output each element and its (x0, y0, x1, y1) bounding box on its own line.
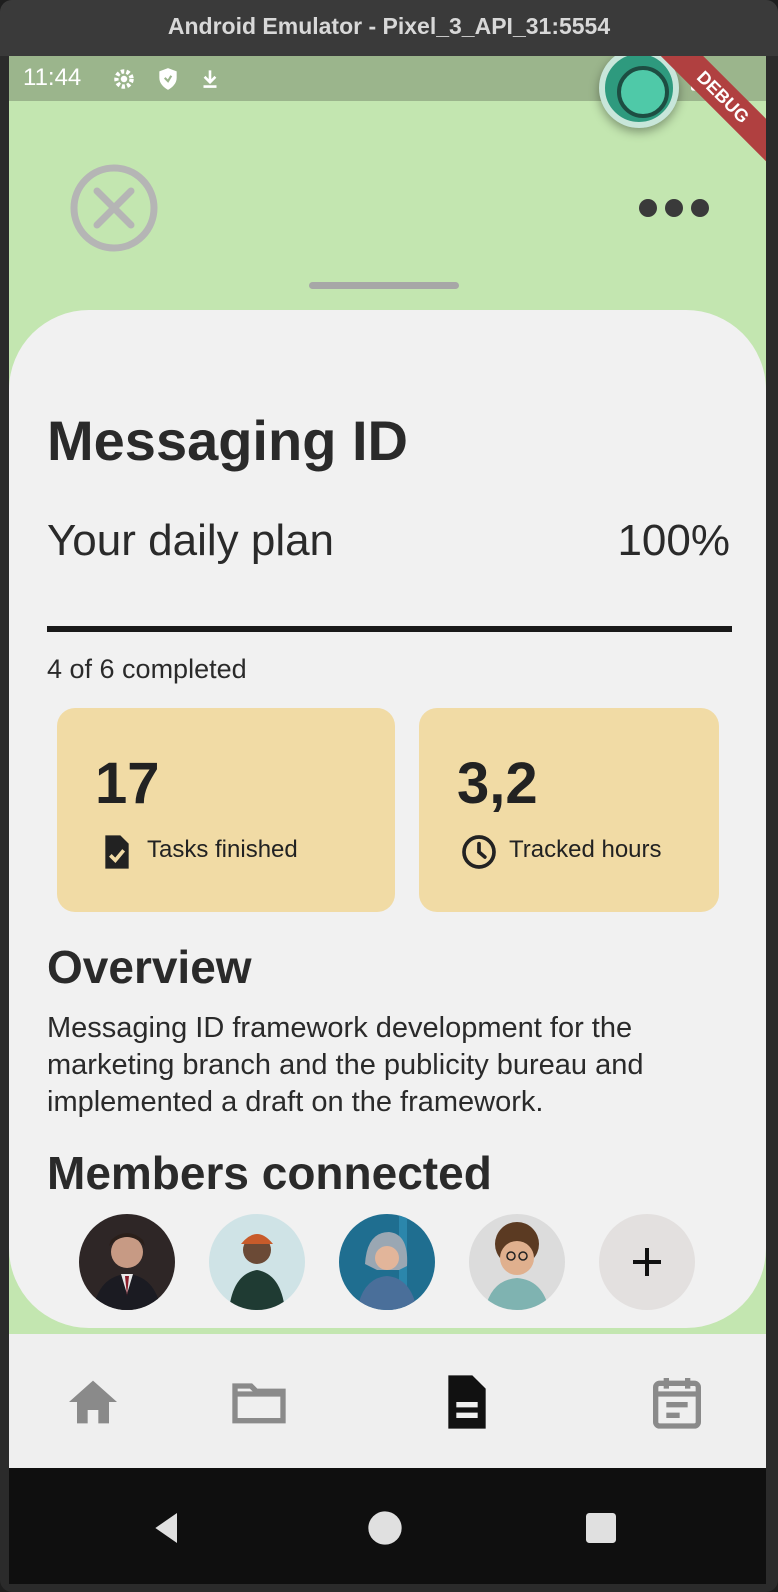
recents-icon[interactable] (581, 1508, 621, 1548)
progress-text: 4 of 6 completed (47, 654, 247, 684)
floating-debug-badge[interactable] (599, 56, 679, 128)
members-title: Members connected (47, 1147, 492, 1199)
daily-plan-label: Your daily plan (47, 516, 335, 565)
window-title: Android Emulator - Pixel_3_API_31:5554 (0, 0, 778, 56)
emulator-window: Android Emulator - Pixel_3_API_31:5554 1… (0, 0, 778, 1592)
home-circle-icon[interactable] (365, 1508, 405, 1548)
dot (691, 199, 709, 217)
sheet-drag-handle[interactable] (309, 282, 459, 289)
document-icon[interactable] (435, 1370, 499, 1434)
bottom-navigation (9, 1334, 766, 1468)
stat-value: 17 (95, 751, 160, 816)
member-avatar-1[interactable] (79, 1214, 175, 1310)
daily-plan-progress-bar (47, 626, 732, 632)
task-check-icon (105, 835, 129, 869)
system-navigation-bar (9, 1468, 766, 1584)
dot (665, 199, 683, 217)
stat-card-hours[interactable]: 3,2 Tracked hours (419, 708, 719, 912)
progress-fill (47, 626, 732, 632)
page-title: Messaging ID (47, 409, 408, 472)
phone-screen: 11:44 DEBUG Messaging ID Your daily plan… (9, 56, 766, 1584)
stat-label: Tracked hours (509, 836, 662, 863)
overview-text: Messaging ID framework development for t… (47, 1012, 644, 1118)
stat-value: 3,2 (457, 751, 538, 816)
more-horizontal-icon[interactable] (639, 194, 719, 222)
status-bar: 11:44 DEBUG (9, 56, 766, 175)
daily-plan-percent: 100% (617, 516, 730, 565)
calendar-icon[interactable] (645, 1370, 709, 1434)
shield-icon (159, 68, 177, 90)
clock-icon (462, 835, 496, 869)
folder-icon[interactable] (227, 1370, 291, 1434)
close-circle-icon[interactable] (69, 163, 159, 253)
member-avatar-3[interactable] (339, 1214, 435, 1310)
member-avatar-4[interactable] (469, 1214, 565, 1310)
stat-label: Tasks finished (147, 836, 298, 863)
download-icon (203, 70, 217, 88)
member-avatar-2[interactable] (209, 1214, 305, 1310)
home-icon[interactable] (61, 1370, 125, 1434)
back-icon[interactable] (147, 1508, 187, 1548)
plus-icon[interactable] (599, 1214, 695, 1310)
settings-icon (114, 69, 134, 89)
overview-title: Overview (47, 941, 252, 993)
dot (639, 199, 657, 217)
stat-card-tasks[interactable]: 17 Tasks finished (57, 708, 395, 912)
member-avatars (79, 1214, 695, 1310)
status-time: 11:44 (23, 64, 82, 91)
details-sheet: Messaging ID Your daily plan 100% 4 of 6… (9, 310, 766, 1328)
